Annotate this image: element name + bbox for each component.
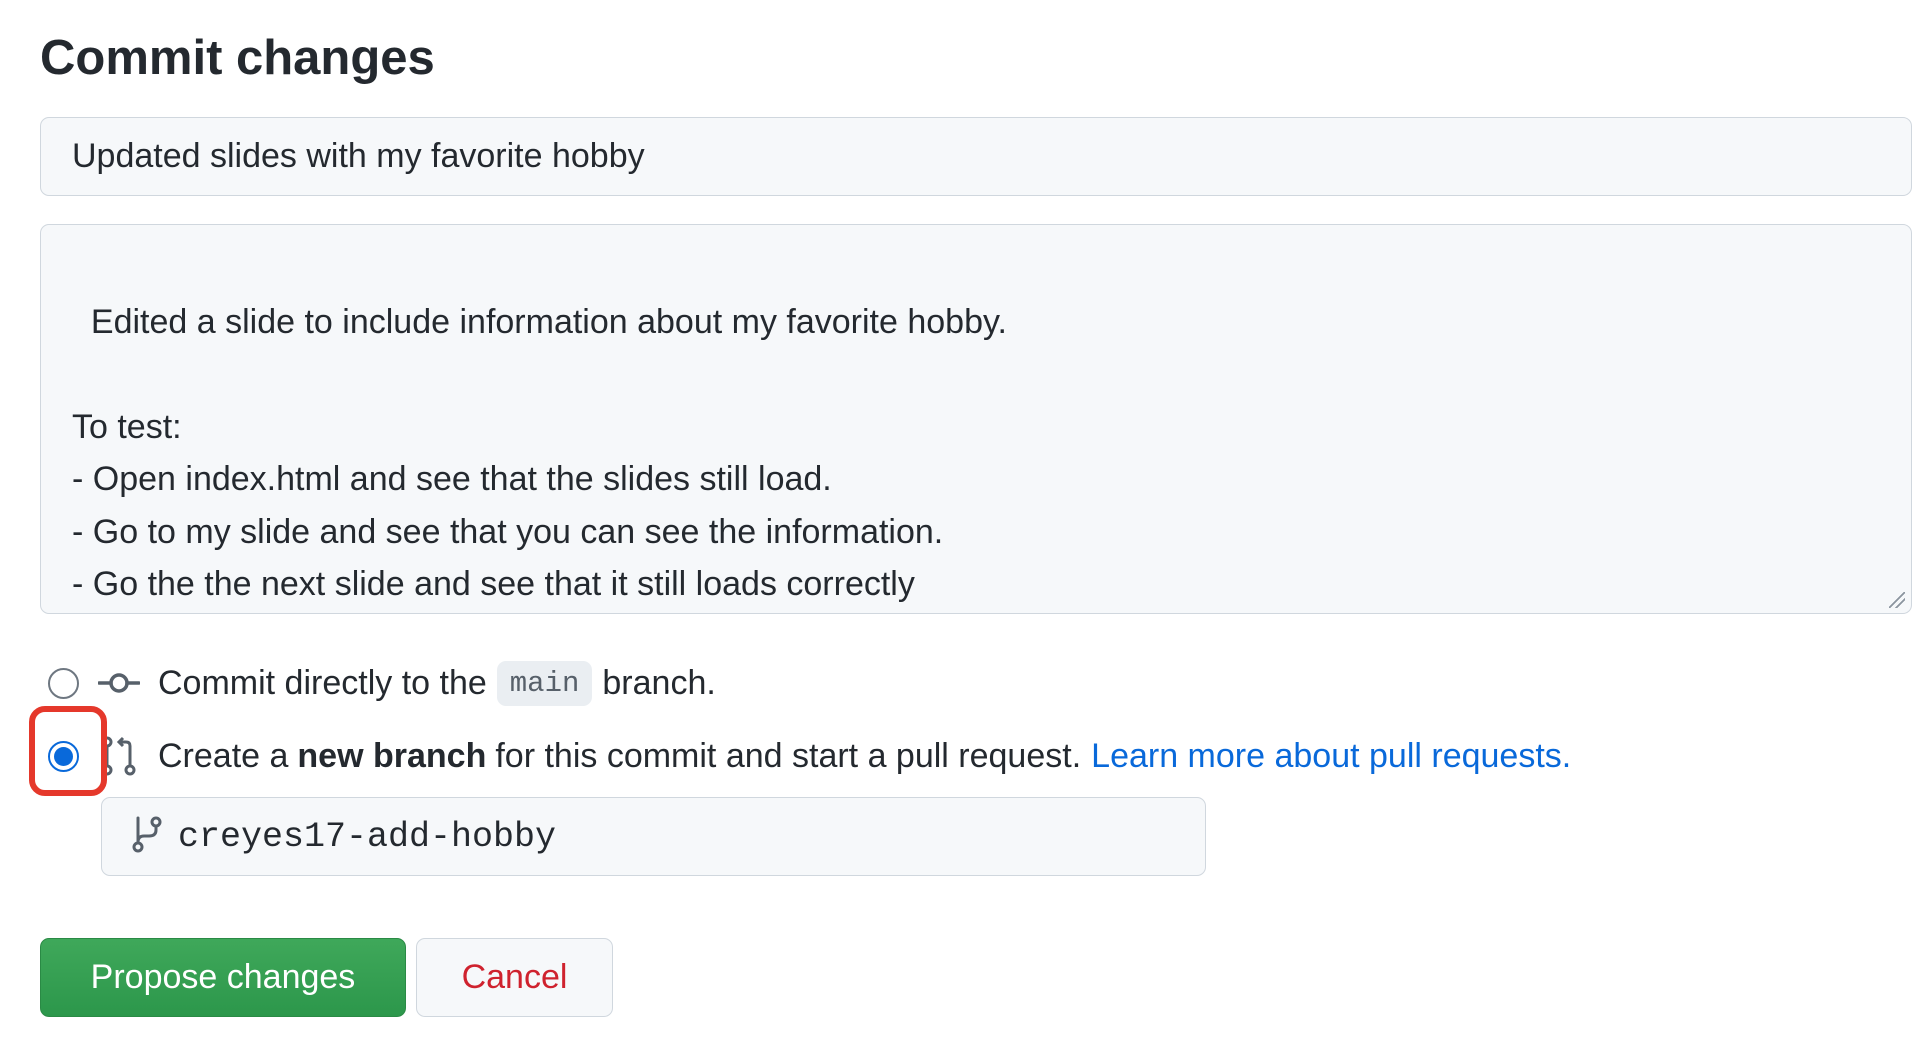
option-new-branch[interactable]: Create a new branch for this commit and …: [48, 734, 1571, 778]
branch-name-value: creyes17-add-hobby: [178, 816, 557, 857]
main-branch-code: main: [496, 660, 593, 706]
cancel-button[interactable]: Cancel: [416, 938, 613, 1017]
commit-summary-input[interactable]: [40, 117, 1912, 196]
new-branch-label-bold: new branch: [297, 736, 487, 775]
new-branch-label-suffix: for this commit and start a pull request…: [495, 736, 1082, 775]
commit-direct-radio[interactable]: [48, 667, 79, 699]
page-title: Commit changes: [40, 31, 435, 85]
git-commit-icon: [98, 665, 140, 701]
resize-handle-icon[interactable]: [1889, 592, 1905, 608]
new-branch-label-prefix: Create a: [158, 736, 289, 775]
commit-direct-label-prefix: Commit directly to the: [158, 663, 487, 702]
learn-more-pull-requests-link[interactable]: Learn more about pull requests.: [1091, 737, 1571, 776]
propose-changes-button[interactable]: Propose changes: [40, 938, 406, 1017]
option-commit-direct[interactable]: Commit directly to the main branch.: [48, 660, 716, 706]
git-branch-icon: [130, 814, 164, 859]
commit-description-text: Edited a slide to include information ab…: [72, 302, 1007, 604]
highlight-box: [29, 706, 107, 796]
commit-description-textarea[interactable]: Edited a slide to include information ab…: [40, 224, 1912, 614]
commit-direct-label-suffix: branch.: [602, 663, 716, 702]
branch-name-input[interactable]: creyes17-add-hobby: [101, 797, 1206, 876]
